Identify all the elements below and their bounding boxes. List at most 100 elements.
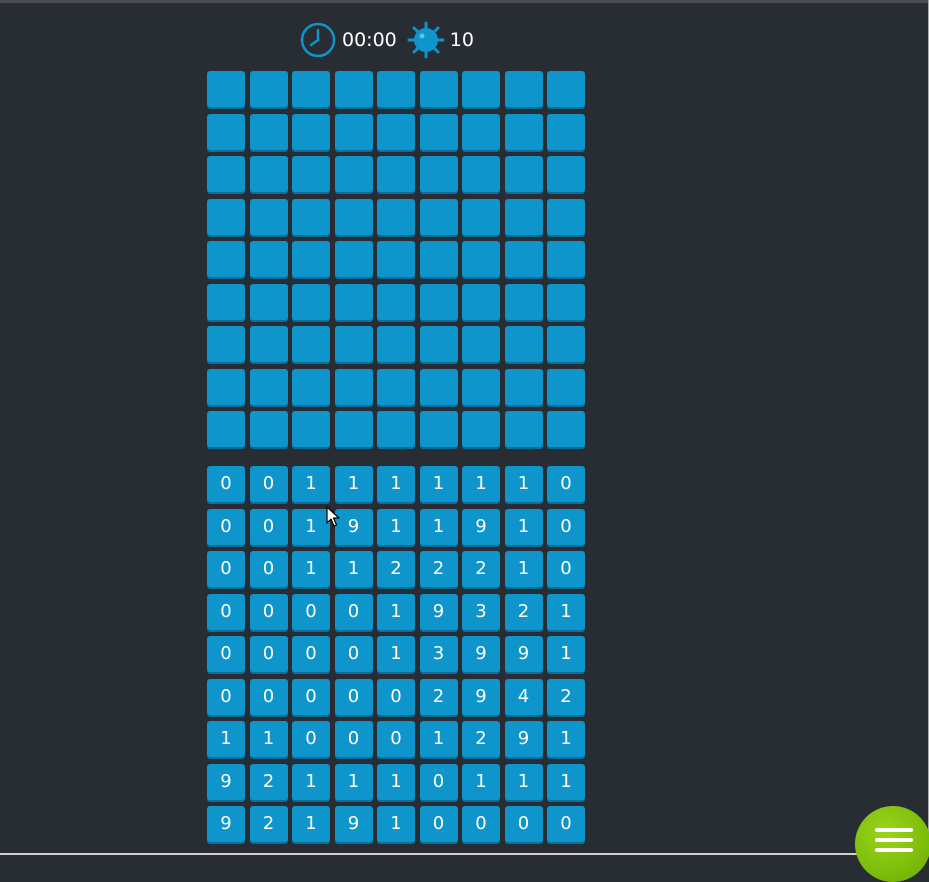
hidden-tile[interactable] [504, 113, 543, 150]
hidden-tile[interactable] [504, 241, 543, 277]
hidden-tile[interactable] [292, 113, 330, 150]
revealed-tile[interactable]: 0 [547, 508, 585, 545]
revealed-tile[interactable]: 1 [547, 763, 585, 800]
revealed-tile[interactable]: 1 [419, 721, 458, 757]
hidden-tile[interactable] [292, 198, 330, 235]
hidden-tile[interactable] [292, 283, 330, 320]
hidden-tile[interactable] [462, 411, 500, 447]
hidden-tile[interactable] [462, 241, 500, 277]
hidden-tile[interactable] [249, 368, 288, 405]
revealed-tile[interactable]: 1 [292, 466, 330, 502]
revealed-tile[interactable]: 1 [292, 508, 330, 545]
revealed-tile[interactable]: 0 [377, 721, 415, 757]
hidden-tile[interactable] [377, 326, 415, 362]
revealed-tile[interactable]: 3 [419, 636, 458, 672]
hidden-tile[interactable] [377, 71, 415, 107]
hidden-tile[interactable] [547, 198, 585, 235]
hidden-tile[interactable] [292, 326, 330, 362]
revealed-tile[interactable]: 0 [292, 593, 330, 630]
revealed-tile[interactable]: 1 [547, 721, 585, 757]
revealed-tile[interactable]: 9 [419, 593, 458, 630]
revealed-tile[interactable]: 0 [207, 593, 245, 630]
hidden-tile[interactable] [249, 156, 288, 192]
hidden-tile[interactable] [207, 156, 245, 192]
hidden-tile[interactable] [249, 283, 288, 320]
revealed-tile[interactable]: 1 [334, 551, 373, 587]
hidden-tile[interactable] [462, 156, 500, 192]
hidden-tile[interactable] [292, 368, 330, 405]
hidden-tile[interactable] [419, 241, 458, 277]
hidden-tile[interactable] [377, 113, 415, 150]
revealed-tile[interactable]: 0 [207, 636, 245, 672]
hidden-tile[interactable] [207, 71, 245, 107]
hidden-tile[interactable] [504, 156, 543, 192]
revealed-tile[interactable]: 1 [292, 551, 330, 587]
hidden-tile[interactable] [419, 198, 458, 235]
revealed-tile[interactable]: 0 [334, 636, 373, 672]
hidden-tile[interactable] [547, 283, 585, 320]
hidden-tile[interactable] [377, 198, 415, 235]
hidden-tile[interactable] [504, 198, 543, 235]
revealed-tile[interactable]: 0 [504, 806, 543, 842]
revealed-tile[interactable]: 0 [207, 466, 245, 502]
hidden-tile[interactable] [207, 113, 245, 150]
revealed-tile[interactable]: 0 [334, 721, 373, 757]
hidden-tile[interactable] [547, 113, 585, 150]
hidden-tile[interactable] [207, 283, 245, 320]
revealed-tile[interactable]: 2 [462, 551, 500, 587]
hidden-tile[interactable] [377, 368, 415, 405]
hidden-tile[interactable] [377, 156, 415, 192]
hidden-tile[interactable] [207, 326, 245, 362]
revealed-tile[interactable]: 0 [334, 678, 373, 715]
hidden-tile[interactable] [207, 411, 245, 447]
revealed-tile[interactable]: 1 [504, 551, 543, 587]
revealed-tile[interactable]: 0 [249, 636, 288, 672]
hidden-tile[interactable] [377, 411, 415, 447]
hidden-tile[interactable] [292, 411, 330, 447]
revealed-tile[interactable]: 1 [334, 466, 373, 502]
revealed-tile[interactable]: 0 [249, 508, 288, 545]
hidden-tile[interactable] [334, 156, 373, 192]
hidden-tile[interactable] [504, 368, 543, 405]
revealed-tile[interactable]: 1 [504, 763, 543, 800]
hidden-tile[interactable] [462, 71, 500, 107]
revealed-tile[interactable]: 1 [377, 636, 415, 672]
hidden-tile[interactable] [249, 198, 288, 235]
hidden-tile[interactable] [249, 113, 288, 150]
hidden-tile[interactable] [334, 326, 373, 362]
revealed-tile[interactable]: 2 [504, 593, 543, 630]
hidden-tile[interactable] [462, 113, 500, 150]
revealed-tile[interactable]: 9 [334, 806, 373, 842]
revealed-tile[interactable]: 1 [462, 466, 500, 502]
revealed-tile[interactable]: 0 [292, 678, 330, 715]
hidden-tile[interactable] [419, 283, 458, 320]
hidden-tile[interactable] [292, 156, 330, 192]
revealed-tile[interactable]: 0 [249, 593, 288, 630]
hidden-tile[interactable] [462, 368, 500, 405]
revealed-tile[interactable]: 9 [504, 721, 543, 757]
hamburger-menu-button[interactable] [855, 806, 929, 882]
revealed-tile[interactable]: 1 [334, 763, 373, 800]
hidden-tile[interactable] [419, 411, 458, 447]
revealed-tile[interactable]: 2 [419, 551, 458, 587]
revealed-tile[interactable]: 0 [249, 678, 288, 715]
hidden-tile[interactable] [419, 368, 458, 405]
hidden-tile[interactable] [419, 71, 458, 107]
hidden-tile[interactable] [547, 368, 585, 405]
revealed-tile[interactable]: 1 [377, 466, 415, 502]
revealed-tile[interactable]: 1 [462, 763, 500, 800]
revealed-tile[interactable]: 0 [547, 466, 585, 502]
hidden-tile[interactable] [334, 283, 373, 320]
hidden-tile[interactable] [334, 368, 373, 405]
revealed-tile[interactable]: 0 [462, 806, 500, 842]
revealed-tile[interactable]: 1 [504, 466, 543, 502]
revealed-tile[interactable]: 3 [462, 593, 500, 630]
hidden-tile[interactable] [462, 283, 500, 320]
hidden-tile[interactable] [419, 156, 458, 192]
revealed-tile[interactable]: 9 [334, 508, 373, 545]
hidden-tile[interactable] [504, 71, 543, 107]
hidden-tile[interactable] [462, 198, 500, 235]
revealed-tile[interactable]: 0 [292, 636, 330, 672]
revealed-tile[interactable]: 2 [419, 678, 458, 715]
revealed-tile[interactable]: 0 [249, 466, 288, 502]
